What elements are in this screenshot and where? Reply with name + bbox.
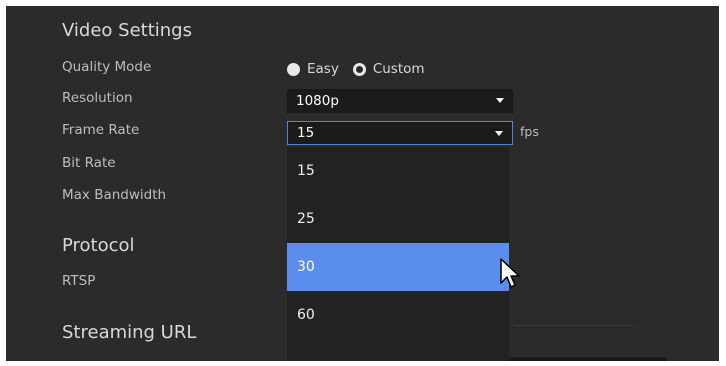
frame-rate-select[interactable]: 15: [287, 121, 513, 145]
resolution-select[interactable]: 1080p: [287, 89, 513, 113]
bit-rate-label: Bit Rate: [62, 155, 116, 171]
frame-rate-unit: fps: [520, 124, 539, 139]
radio-label-easy: Easy: [307, 61, 339, 77]
max-bandwidth-label: Max Bandwidth: [62, 187, 167, 203]
quality-mode-label: Quality Mode: [62, 59, 152, 75]
radio-selected-icon[interactable]: [352, 62, 366, 76]
video-settings-title: Video Settings: [62, 20, 192, 41]
protocol-title: Protocol: [62, 235, 135, 256]
frame-rate-option-15[interactable]: 15: [287, 147, 509, 195]
radio-unselected-icon[interactable]: [287, 62, 300, 76]
mouse-cursor-icon: [500, 258, 520, 288]
frame-rate-value: 15: [297, 125, 315, 141]
section-divider: [514, 325, 634, 326]
frame-rate-option-60[interactable]: 60: [287, 291, 509, 339]
streaming-url-title: Streaming URL: [62, 322, 197, 343]
quality-mode-radio-group: Easy Custom: [287, 59, 439, 79]
caret-down-icon: [495, 131, 503, 136]
resolution-label: Resolution: [62, 90, 133, 106]
frame-rate-label: Frame Rate: [62, 122, 140, 138]
frame-rate-dropdown: 15 25 30 60: [287, 147, 509, 361]
settings-panel: Video Settings Quality Mode Easy Custom …: [6, 6, 719, 361]
quality-mode-easy-option[interactable]: Easy: [287, 61, 339, 77]
frame-rate-option-30[interactable]: 30: [287, 243, 509, 291]
quality-mode-custom-option[interactable]: Custom: [352, 61, 425, 77]
caret-down-icon: [496, 98, 504, 103]
frame-rate-option-25[interactable]: 25: [287, 195, 509, 243]
radio-label-custom: Custom: [372, 61, 425, 77]
rtsp-label: RTSP: [62, 273, 96, 289]
resolution-value: 1080p: [296, 93, 339, 109]
